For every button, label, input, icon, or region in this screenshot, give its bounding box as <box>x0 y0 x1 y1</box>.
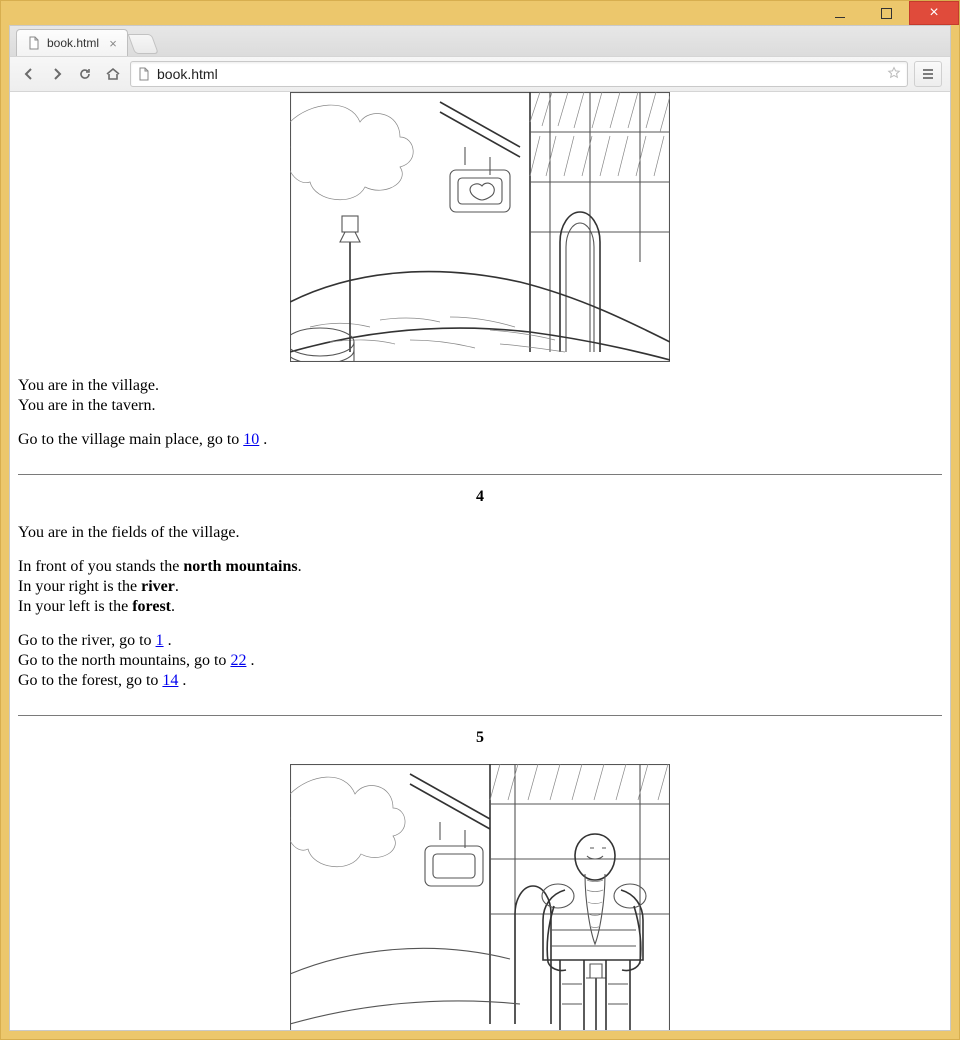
text: Go to the river, go to <box>18 632 156 649</box>
section-3-choice: Go to the village main place, go to 10 . <box>18 430 942 450</box>
section-4-intro: You are in the fields of the village. <box>18 523 942 543</box>
browser-menu-button[interactable] <box>914 61 942 87</box>
window-titlebar: × <box>1 1 959 25</box>
bold-north-mountains: north mountains <box>183 558 297 575</box>
window-minimize-button[interactable] <box>817 1 863 25</box>
section-divider <box>18 474 942 475</box>
text: You are in the village. <box>18 377 159 394</box>
bookmark-star-icon[interactable] <box>887 66 901 83</box>
link-goto-1[interactable]: 1 <box>156 632 164 649</box>
tab-title: book.html <box>47 36 99 50</box>
section-4-choices: Go to the river, go to 1 . Go to the nor… <box>18 631 942 691</box>
app-window: × book.html × <box>0 0 960 1040</box>
browser-tab[interactable]: book.html × <box>16 29 128 56</box>
illustration-knight <box>290 764 670 1030</box>
text: . <box>178 672 186 689</box>
link-goto-22[interactable]: 22 <box>230 652 246 669</box>
text: . <box>246 652 254 669</box>
file-icon <box>137 67 151 81</box>
tab-strip: book.html × <box>10 26 950 56</box>
page-content: You are in the village. You are in the t… <box>10 92 950 1030</box>
reload-button[interactable] <box>74 63 96 85</box>
text: In your left is the <box>18 598 132 615</box>
link-goto-10[interactable]: 10 <box>243 431 259 448</box>
text: You are in the tavern. <box>18 397 155 414</box>
section-divider <box>18 715 942 716</box>
address-bar-text: book.html <box>157 66 881 82</box>
section-number-4: 4 <box>18 487 942 507</box>
window-close-button[interactable]: × <box>909 1 959 25</box>
text: In your right is the <box>18 578 141 595</box>
scroll-area[interactable]: You are in the village. You are in the t… <box>10 92 950 1030</box>
browser-toolbar: book.html <box>10 56 950 92</box>
browser-shell: book.html × book.html <box>9 25 951 1031</box>
text: Go to the village main place, go to <box>18 431 243 448</box>
text: Go to the north mountains, go to <box>18 652 230 669</box>
window-maximize-button[interactable] <box>863 1 909 25</box>
new-tab-button[interactable] <box>128 34 159 54</box>
text: . <box>171 598 175 615</box>
illustration-tavern <box>290 92 670 362</box>
text: In front of you stands the <box>18 558 183 575</box>
section-3-text: You are in the village. You are in the t… <box>18 376 942 416</box>
back-button[interactable] <box>18 63 40 85</box>
text: Go to the forest, go to <box>18 672 162 689</box>
section-number-5: 5 <box>18 728 942 748</box>
text: . <box>259 431 267 448</box>
home-button[interactable] <box>102 63 124 85</box>
address-bar[interactable]: book.html <box>130 61 908 87</box>
tab-close-button[interactable]: × <box>107 37 119 49</box>
text: . <box>164 632 172 649</box>
bold-river: river <box>141 578 175 595</box>
text: . <box>298 558 302 575</box>
section-4-desc: In front of you stands the north mountai… <box>18 557 942 617</box>
file-icon <box>27 36 41 50</box>
bold-forest: forest <box>132 598 171 615</box>
forward-button[interactable] <box>46 63 68 85</box>
text: . <box>175 578 179 595</box>
link-goto-14[interactable]: 14 <box>162 672 178 689</box>
browser-viewport: You are in the village. You are in the t… <box>10 92 950 1030</box>
